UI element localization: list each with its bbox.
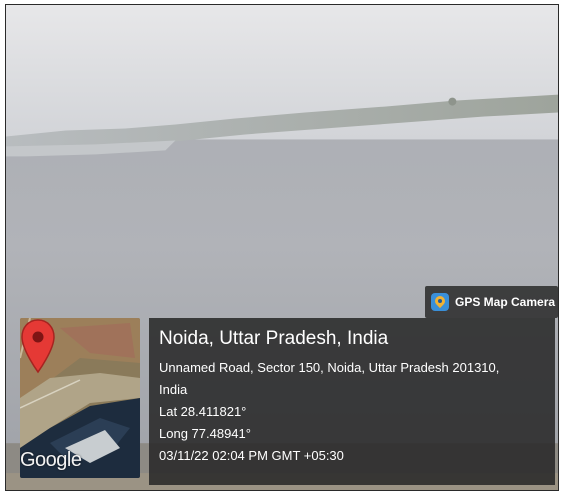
- location-info-panel: Noida, Uttar Pradesh, India Unnamed Road…: [149, 318, 555, 485]
- address-line-2: India: [159, 382, 188, 397]
- google-logo: Google: [20, 449, 82, 471]
- latitude-text: Lat 28.411821°: [159, 404, 247, 419]
- address-line-1: Unnamed Road, Sector 150, Noida, Uttar P…: [159, 360, 500, 375]
- mini-map: Google: [20, 318, 140, 478]
- badge-label: GPS Map Camera: [455, 295, 556, 309]
- location-pin-icon: [21, 319, 55, 374]
- location-title: Noida, Uttar Pradesh, India: [159, 328, 389, 349]
- photo-frame: GPS Map Camera Google Noida, Uttar Prade…: [5, 4, 559, 491]
- gps-map-camera-icon: [431, 293, 449, 311]
- longitude-text: Long 77.48941°: [159, 426, 251, 441]
- gps-map-camera-badge: GPS Map Camera: [425, 286, 558, 318]
- datetime-text: 03/11/22 02:04 PM GMT +05:30: [159, 448, 344, 463]
